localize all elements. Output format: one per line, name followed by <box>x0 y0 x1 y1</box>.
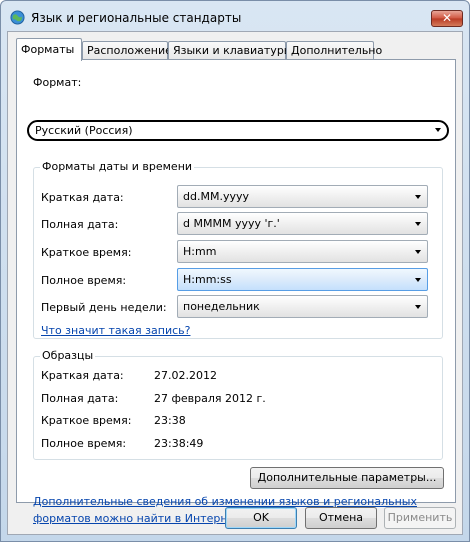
sample-short-time-label: Краткое время: <box>41 414 132 427</box>
short-date-value: dd.MM.yyyy <box>183 190 249 203</box>
format-dropdown[interactable]: Русский (Россия) <box>27 120 449 141</box>
long-date-label: Полная дата: <box>41 218 119 231</box>
tab-location[interactable]: Расположение <box>82 41 172 60</box>
tab-keyboards-languages[interactable]: Языки и клавиатуры <box>168 41 293 60</box>
date-time-formats-group: Форматы даты и времени Краткая дата: dd.… <box>33 160 443 339</box>
tab-label: Дополнительно <box>291 44 383 57</box>
tab-administrative[interactable]: Дополнительно <box>286 41 382 60</box>
tab-label: Расположение <box>87 44 172 57</box>
short-date-combo[interactable]: dd.MM.yyyy <box>177 185 428 208</box>
short-time-label: Краткое время: <box>41 246 132 259</box>
long-time-value: H:mm:ss <box>183 273 232 286</box>
long-time-label: Полное время: <box>41 274 127 287</box>
dialog-client: Форматы Расположение Языки и клавиатуры … <box>7 31 463 535</box>
format-selected: Русский (Россия) <box>35 124 133 137</box>
window-title: Язык и региональные стандарты <box>31 11 242 25</box>
format-help-link[interactable]: Что значит такая запись? <box>41 324 190 337</box>
apply-button[interactable]: Применить <box>384 507 456 529</box>
globe-icon <box>10 10 25 25</box>
formats-panel: Формат: Русский (Россия) Форматы даты и … <box>16 59 456 525</box>
long-date-value: d MMMM yyyy 'г.' <box>183 217 280 230</box>
sample-short-date-value: 27.02.2012 <box>154 369 217 382</box>
long-time-combo[interactable]: H:mm:ss <box>177 268 428 291</box>
chevron-down-icon <box>415 222 421 226</box>
group-title: Форматы даты и времени <box>40 160 195 173</box>
sample-short-date-label: Краткая дата: <box>41 369 124 382</box>
sample-short-time-value: 23:38 <box>154 414 186 427</box>
close-icon: ✕ <box>441 11 453 25</box>
sample-long-date-label: Полная дата: <box>41 392 119 405</box>
title-bar[interactable]: Язык и региональные стандарты ✕ <box>1 1 469 31</box>
long-date-combo[interactable]: d MMMM yyyy 'г.' <box>177 212 428 235</box>
additional-settings-button[interactable]: Дополнительные параметры... <box>250 467 444 489</box>
first-day-value: понедельник <box>183 300 260 313</box>
format-label: Формат: <box>33 76 82 89</box>
tab-label: Языки и клавиатуры <box>173 44 293 57</box>
short-time-combo[interactable]: H:mm <box>177 240 428 263</box>
tab-label: Форматы <box>21 43 75 56</box>
cancel-button[interactable]: Отмена <box>305 507 377 529</box>
samples-group: Образцы Краткая дата: 27.02.2012 Полная … <box>33 349 443 460</box>
region-language-dialog: Язык и региональные стандарты ✕ Форматы … <box>0 0 470 542</box>
more-info-link-line2[interactable]: форматов можно найти в Интернете <box>33 512 247 525</box>
sample-long-date-value: 27 февраля 2012 г. <box>154 392 266 405</box>
first-day-label: Первый день недели: <box>41 301 167 314</box>
first-day-combo[interactable]: понедельник <box>177 295 428 318</box>
chevron-down-icon <box>415 278 421 282</box>
chevron-down-icon <box>415 250 421 254</box>
chevron-down-icon <box>415 195 421 199</box>
tab-formats[interactable]: Форматы <box>16 38 82 61</box>
ok-button[interactable]: OK <box>225 507 297 529</box>
short-time-value: H:mm <box>183 245 217 258</box>
chevron-down-icon <box>415 305 421 309</box>
sample-long-time-label: Полное время: <box>41 437 127 450</box>
short-date-label: Краткая дата: <box>41 191 124 204</box>
group-title: Образцы <box>40 349 96 362</box>
chevron-down-icon <box>435 128 441 132</box>
sample-long-time-value: 23:38:49 <box>154 437 204 450</box>
close-button[interactable]: ✕ <box>431 10 463 27</box>
